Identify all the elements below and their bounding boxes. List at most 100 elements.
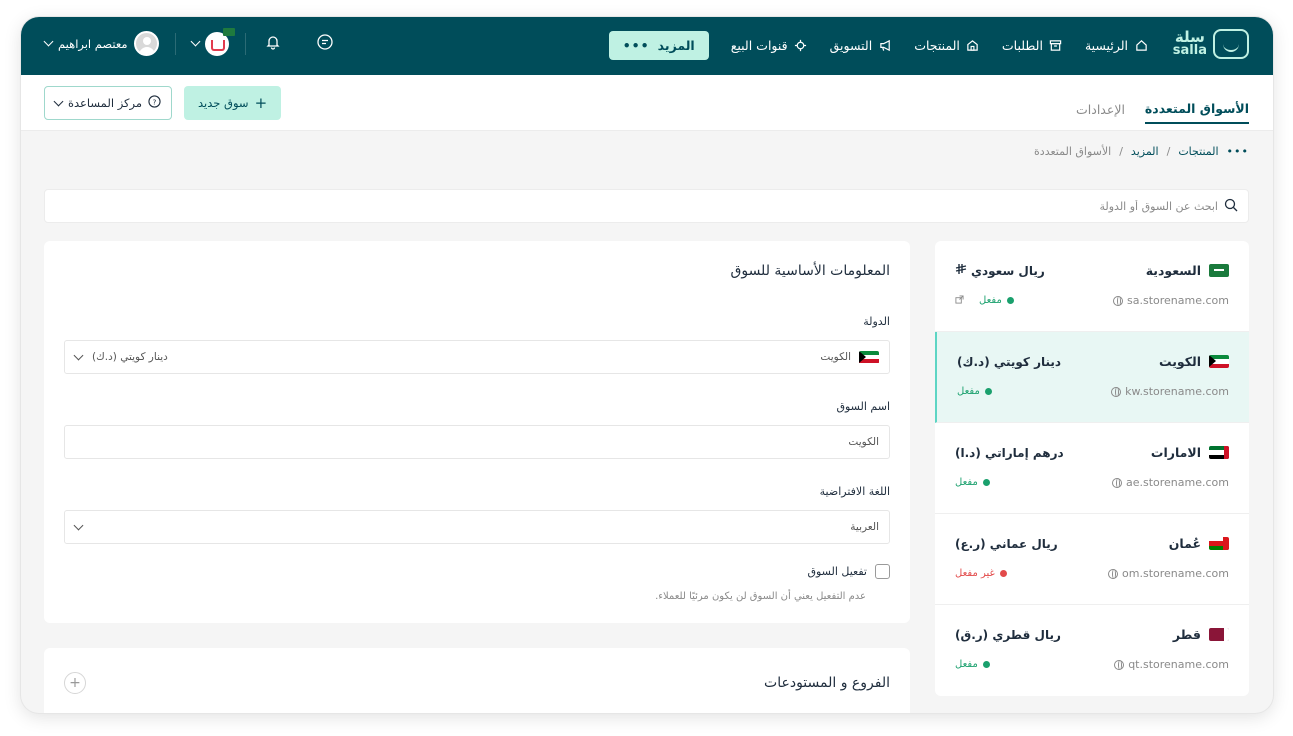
- chevron-down-icon: [73, 520, 84, 530]
- status-label: مفعل: [955, 477, 978, 488]
- breadcrumb-link-products[interactable]: المنتجات: [1178, 145, 1218, 158]
- user-menu[interactable]: معتصم ابراهيم: [43, 31, 159, 56]
- market-country: الامارات: [1150, 445, 1201, 460]
- nav-orders-label: الطلبات: [1001, 38, 1043, 53]
- add-market-label: سوق جديد: [198, 96, 249, 110]
- nav-marketing[interactable]: التسويق: [830, 38, 893, 53]
- search-icon: [1224, 197, 1238, 216]
- market-domain: om.storename.com: [1122, 567, 1229, 580]
- market-item-ae[interactable]: الامارات درهم إماراتي (د.ا) ae.storename…: [935, 423, 1249, 514]
- plus-icon: +: [254, 94, 268, 112]
- salla-logo-icon: [1213, 29, 1249, 59]
- chat-icon: [316, 33, 334, 55]
- logo-text-ar: سلة: [1174, 28, 1205, 46]
- status-dot: [1006, 297, 1014, 304]
- more-dots-icon: •••: [622, 38, 650, 53]
- market-currency: ريال سعودي: [971, 263, 1045, 278]
- tab-multi-markets[interactable]: الأسواق المتعددة: [1144, 82, 1249, 124]
- globe-icon: [1114, 659, 1125, 670]
- plus-icon: +: [69, 675, 81, 691]
- breadcrumb-dots-icon[interactable]: •••: [1227, 145, 1249, 158]
- help-circle-icon: ?: [148, 95, 161, 111]
- currency-value: دينار كويتي (د.ك): [92, 351, 168, 363]
- riyal-symbol-icon: [955, 263, 967, 278]
- store-switcher[interactable]: [190, 27, 235, 56]
- country-select-value: الكويت: [820, 351, 851, 363]
- chevron-down-icon: [190, 36, 201, 47]
- store-flag-icon: [222, 27, 235, 36]
- breadcrumb: ••• المنتجات / المزيد / الأسواق المتعددة: [1034, 145, 1249, 158]
- status-dot: [999, 570, 1007, 577]
- globe-icon: [1111, 386, 1122, 397]
- markets-list: السعودية ريال سعودي sa.storename.com مفع…: [935, 241, 1249, 696]
- status-badge: مفعل: [957, 386, 992, 397]
- breadcrumb-separator: /: [1119, 145, 1123, 158]
- avatar: [133, 31, 159, 56]
- market-currency: ريال قطري (ر.ق): [955, 627, 1061, 642]
- page-tabs: الأسواق المتعددة الإعدادات: [1076, 75, 1249, 131]
- market-domain: sa.storename.com: [1127, 294, 1229, 307]
- card-title: المعلومات الأساسية للسوق: [730, 263, 890, 279]
- more-menu-button[interactable]: المزيد •••: [608, 31, 709, 60]
- bell-icon: [265, 34, 281, 54]
- uae-flag-icon: [1209, 446, 1229, 459]
- market-country: عُمان: [1168, 536, 1201, 551]
- add-branch-button[interactable]: +: [64, 672, 86, 694]
- chevron-down-icon: [43, 36, 54, 47]
- kuwait-flag-icon: [1209, 355, 1229, 368]
- add-market-button[interactable]: + سوق جديد: [184, 86, 282, 120]
- status-label: غير مفعل: [955, 568, 995, 579]
- activate-market-row: تفعيل السوق: [64, 564, 890, 579]
- salla-logo[interactable]: سلة salla: [1173, 29, 1249, 59]
- market-currency: درهم إماراتي (د.ا): [955, 445, 1064, 460]
- nav-marketing-label: التسويق: [829, 38, 873, 53]
- country-field-label: الدولة: [863, 315, 890, 328]
- branches-title: الفروع و المستودعات: [764, 675, 890, 691]
- market-name-value: الكويت: [848, 436, 879, 448]
- market-domain: qt.storename.com: [1128, 658, 1229, 671]
- external-link-icon[interactable]: [955, 294, 964, 307]
- market-item-qa[interactable]: قطر ريال قطري (ر.ق) qt.storename.com مفع…: [935, 605, 1249, 696]
- nav-orders[interactable]: الطلبات: [1002, 38, 1063, 53]
- nav-sales-channels[interactable]: قنوات البيع: [731, 38, 808, 53]
- nav-home[interactable]: الرئيسية: [1085, 38, 1148, 53]
- nav-sales-channels-label: قنوات البيع: [730, 38, 788, 53]
- megaphone-icon: [878, 39, 892, 53]
- breadcrumb-current: الأسواق المتعددة: [1034, 145, 1112, 158]
- search-input[interactable]: [55, 199, 1218, 213]
- nav-products[interactable]: المنتجات: [914, 38, 980, 53]
- activate-market-checkbox[interactable]: [875, 564, 890, 579]
- help-center-button[interactable]: ? مركز المساعدة: [44, 86, 173, 120]
- market-name-field-label: اسم السوق: [836, 400, 890, 413]
- globe-icon: [1108, 568, 1119, 579]
- market-currency: دينار كويتي (د.ك): [957, 354, 1062, 369]
- tab-settings[interactable]: الإعدادات: [1076, 82, 1125, 124]
- market-search: [44, 189, 1249, 223]
- orders-box-icon: [1049, 39, 1063, 53]
- notifications-button[interactable]: [262, 33, 284, 55]
- breadcrumb-link-more[interactable]: المزيد: [1131, 145, 1159, 158]
- nav-products-label: المنتجات: [914, 38, 960, 53]
- market-item-sa[interactable]: السعودية ريال سعودي sa.storename.com مفع…: [935, 241, 1249, 332]
- market-item-kw[interactable]: الكويت دينار كويتي (د.ك) kw.storename.co…: [935, 332, 1249, 423]
- svg-text:?: ?: [153, 97, 157, 106]
- activate-market-label: تفعيل السوق: [807, 565, 867, 578]
- market-name-input[interactable]: الكويت: [64, 425, 890, 459]
- status-badge: مفعل: [955, 477, 990, 488]
- oman-flag-icon: [1209, 537, 1229, 550]
- messages-button[interactable]: [314, 33, 336, 55]
- status-badge: غير مفعل: [955, 568, 1007, 579]
- market-domain: ae.storename.com: [1125, 476, 1229, 489]
- default-language-select[interactable]: العربية: [64, 510, 890, 544]
- market-domain: kw.storename.com: [1125, 385, 1229, 398]
- status-label: مفعل: [957, 386, 980, 397]
- market-item-om[interactable]: عُمان ريال عماني (ر.ع) om.storename.com …: [935, 514, 1249, 605]
- country-select[interactable]: الكويت دينار كويتي (د.ك): [64, 340, 890, 374]
- qatar-flag-icon: [1209, 628, 1229, 641]
- subheader-actions: ? مركز المساعدة + سوق جديد: [44, 86, 282, 120]
- chevron-down-icon: [53, 96, 64, 106]
- channels-icon: [794, 39, 808, 53]
- market-currency: ريال عماني (ر.ع): [955, 536, 1058, 551]
- page-subheader: الأسواق المتعددة الإعدادات ? مركز المساع…: [21, 75, 1273, 131]
- products-icon: [966, 39, 980, 53]
